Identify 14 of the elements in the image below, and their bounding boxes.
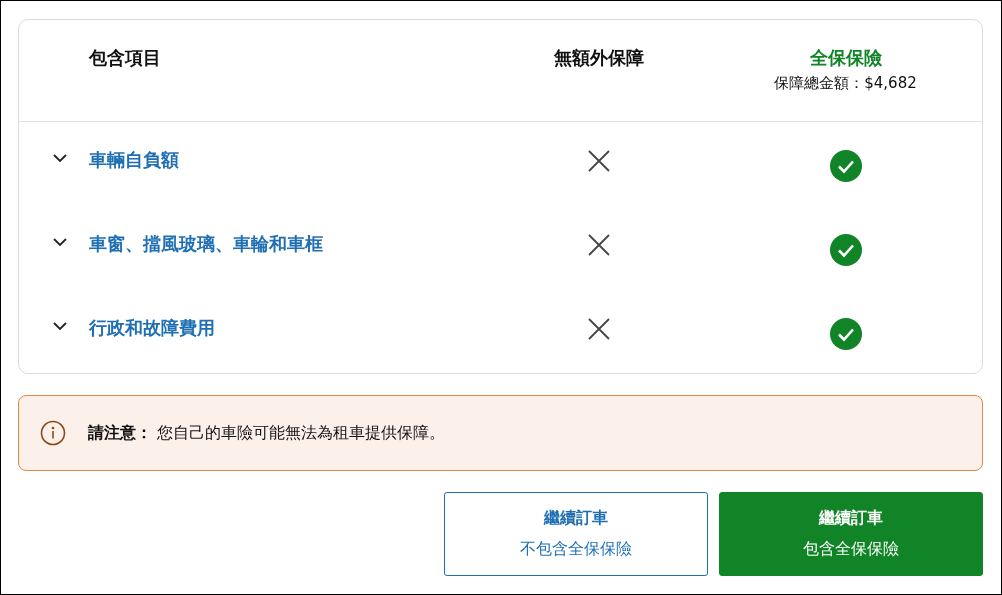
column-header: 無額外保障 [554,46,644,70]
coverage-item-link[interactable]: 車輛自負額 [89,149,179,170]
total-amount: 保障總金額：$4,682 [774,74,917,93]
continue-booking-button[interactable]: 繼續訂車 不包含全保保險 [444,492,708,576]
chevron-icon[interactable] [53,154,67,163]
coverage-item-link[interactable]: 車窗、擋風玻璃、車輪和車框 [89,233,323,254]
column-header: 包含項目 [89,47,161,68]
info-icon [40,420,66,446]
chevron-icon[interactable] [53,322,67,331]
column-header: 全保保險 [809,46,882,70]
continue-booking-button[interactable]: 繼續訂車 包含全保保險 [719,492,983,576]
chevron-icon[interactable] [53,238,67,247]
coverage-item-link[interactable]: 行政和故障費用 [89,317,215,338]
notice-text: 請注意： 您自己的車險可能無法為租車提供保障。 [88,422,446,444]
